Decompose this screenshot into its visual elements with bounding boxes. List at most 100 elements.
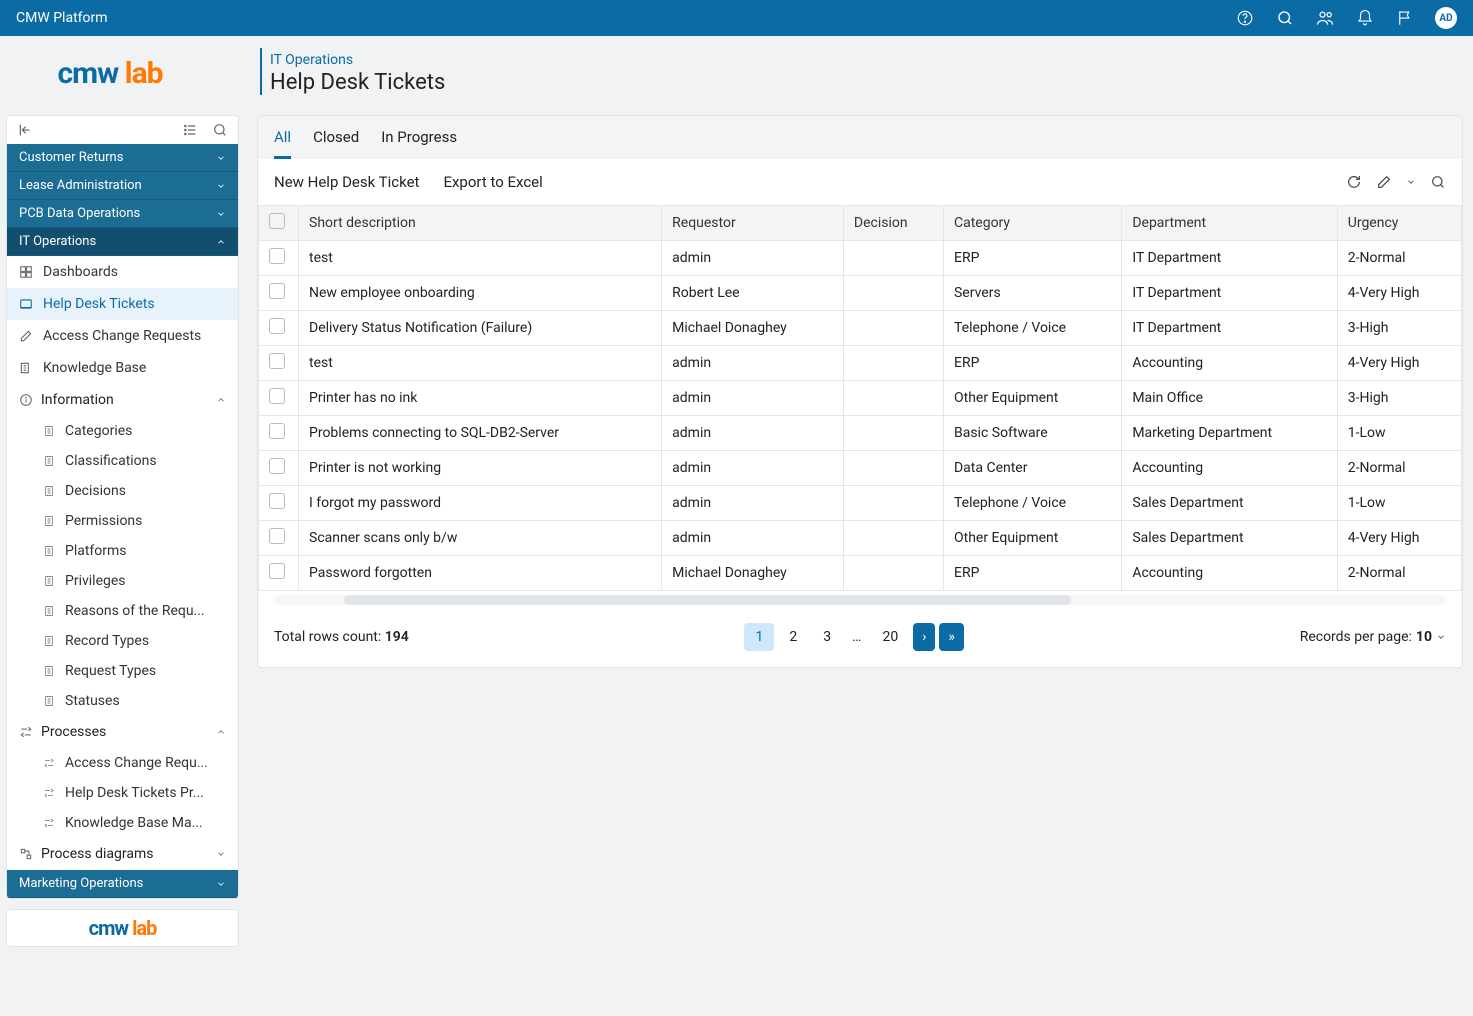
table-row[interactable]: testadminERPIT Department2-Normal [259,241,1462,276]
tree-item[interactable]: Platforms [33,536,238,566]
process-icon [43,757,57,769]
sidebar-section-processes[interactable]: Processes [7,716,238,748]
row-checkbox[interactable] [269,493,285,509]
cell-category: Telephone / Voice [943,311,1121,346]
sidebar-group[interactable]: Marketing Operations [7,870,238,898]
cell-category: Telephone / Voice [943,486,1121,521]
row-checkbox[interactable] [269,563,285,579]
tree-item[interactable]: Classifications [33,446,238,476]
sidebar-section-information[interactable]: Information [7,384,238,416]
next-page-button[interactable]: › [913,623,935,651]
toolbar: New Help Desk Ticket Export to Excel [258,159,1462,205]
tree-item[interactable]: Access Change Requ... [33,748,238,778]
tab[interactable]: Closed [313,128,359,159]
row-checkbox[interactable] [269,353,285,369]
cell-decision [843,486,943,521]
row-checkbox[interactable] [269,388,285,404]
tree-item[interactable]: Decisions [33,476,238,506]
export-excel-button[interactable]: Export to Excel [443,173,542,191]
last-page-button[interactable]: » [939,623,964,651]
new-ticket-button[interactable]: New Help Desk Ticket [274,173,419,191]
row-checkbox[interactable] [269,458,285,474]
tree-item[interactable]: Permissions [33,506,238,536]
tree-item[interactable]: Privileges [33,566,238,596]
diagram-icon [19,847,33,861]
cell-urgency: 4-Very High [1337,276,1461,311]
cell-urgency: 2-Normal [1337,556,1461,591]
horizontal-scrollbar[interactable] [274,595,1446,605]
users-icon[interactable] [1315,8,1335,28]
edit-icon[interactable] [1376,174,1392,190]
page-button[interactable]: 20 [871,623,909,651]
column-header[interactable]: Category [943,206,1121,241]
table-row[interactable]: Delivery Status Notification (Failure)Mi… [259,311,1462,346]
bell-icon[interactable] [1355,8,1375,28]
page-button[interactable]: 1 [744,623,774,651]
nav-icon [19,329,35,343]
table-row[interactable]: Problems connecting to SQL-DB2-Serveradm… [259,416,1462,451]
sidebar-search-icon[interactable] [212,122,228,138]
sidebar-group[interactable]: Lease Administration [7,172,238,200]
tree-item[interactable]: Help Desk Tickets Pr... [33,778,238,808]
sidebar-item[interactable]: Help Desk Tickets [7,288,238,320]
column-header[interactable]: Decision [843,206,943,241]
help-icon[interactable] [1235,8,1255,28]
toolbar-search-icon[interactable] [1430,174,1446,190]
tree-item-label: Request Types [65,663,156,679]
table-row[interactable]: Printer is not workingadminData CenterAc… [259,451,1462,486]
cell-decision [843,241,943,276]
tree-item[interactable]: Statuses [33,686,238,716]
cell-department: Accounting [1122,346,1337,381]
row-checkbox[interactable] [269,248,285,264]
sidebar-item[interactable]: Access Change Requests [7,320,238,352]
breadcrumb: IT Operations Help Desk Tickets [260,48,445,95]
table-row[interactable]: New employee onboardingRobert LeeServers… [259,276,1462,311]
cell-decision [843,521,943,556]
section-label: Information [41,392,114,408]
row-checkbox[interactable] [269,318,285,334]
column-header[interactable]: Urgency [1337,206,1461,241]
tree-item[interactable]: Reasons of the Requ... [33,596,238,626]
select-all-checkbox[interactable] [269,213,285,229]
row-checkbox[interactable] [269,423,285,439]
page-button[interactable]: 3 [812,623,842,651]
sidebar-item[interactable]: Knowledge Base [7,352,238,384]
table-row[interactable]: I forgot my passwordadminTelephone / Voi… [259,486,1462,521]
doc-icon [43,695,57,707]
column-header[interactable]: Department [1122,206,1337,241]
table-row[interactable]: testadminERPAccounting4-Very High [259,346,1462,381]
avatar[interactable]: AD [1435,7,1457,29]
flag-icon[interactable] [1395,8,1415,28]
page-button: … [846,629,867,645]
list-icon[interactable] [182,122,198,138]
chevron-down-icon[interactable] [1406,174,1416,190]
tickets-table: Short descriptionRequestorDecisionCatego… [258,205,1462,591]
row-checkbox[interactable] [269,528,285,544]
column-header[interactable]: Short description [299,206,662,241]
refresh-icon[interactable] [1346,174,1362,190]
cell-department: IT Department [1122,311,1337,346]
sidebar-group-it-operations[interactable]: IT Operations [7,228,238,256]
breadcrumb-parent[interactable]: IT Operations [270,52,445,68]
collapse-sidebar-icon[interactable] [17,122,33,138]
search-icon[interactable] [1275,8,1295,28]
table-row[interactable]: Scanner scans only b/wadminOther Equipme… [259,521,1462,556]
tab[interactable]: In Progress [381,128,457,159]
tab[interactable]: All [274,128,291,159]
column-header[interactable]: Requestor [662,206,844,241]
sidebar-item[interactable]: Dashboards [7,256,238,288]
sidebar-group[interactable]: Customer Returns [7,144,238,172]
sidebar-section-process-diagrams[interactable]: Process diagrams [7,838,238,870]
table-row[interactable]: Password forgottenMichael DonagheyERPAcc… [259,556,1462,591]
tree-item[interactable]: Request Types [33,656,238,686]
tree-item[interactable]: Categories [33,416,238,446]
doc-icon [43,515,57,527]
records-per-page[interactable]: Records per page: 10 [1300,629,1446,645]
table-row[interactable]: Printer has no inkadminOther EquipmentMa… [259,381,1462,416]
page-button[interactable]: 2 [778,623,808,651]
tree-item[interactable]: Record Types [33,626,238,656]
sidebar-group[interactable]: PCB Data Operations [7,200,238,228]
tree-item[interactable]: Knowledge Base Ma... [33,808,238,838]
chevron-down-icon [1436,632,1446,642]
row-checkbox[interactable] [269,283,285,299]
